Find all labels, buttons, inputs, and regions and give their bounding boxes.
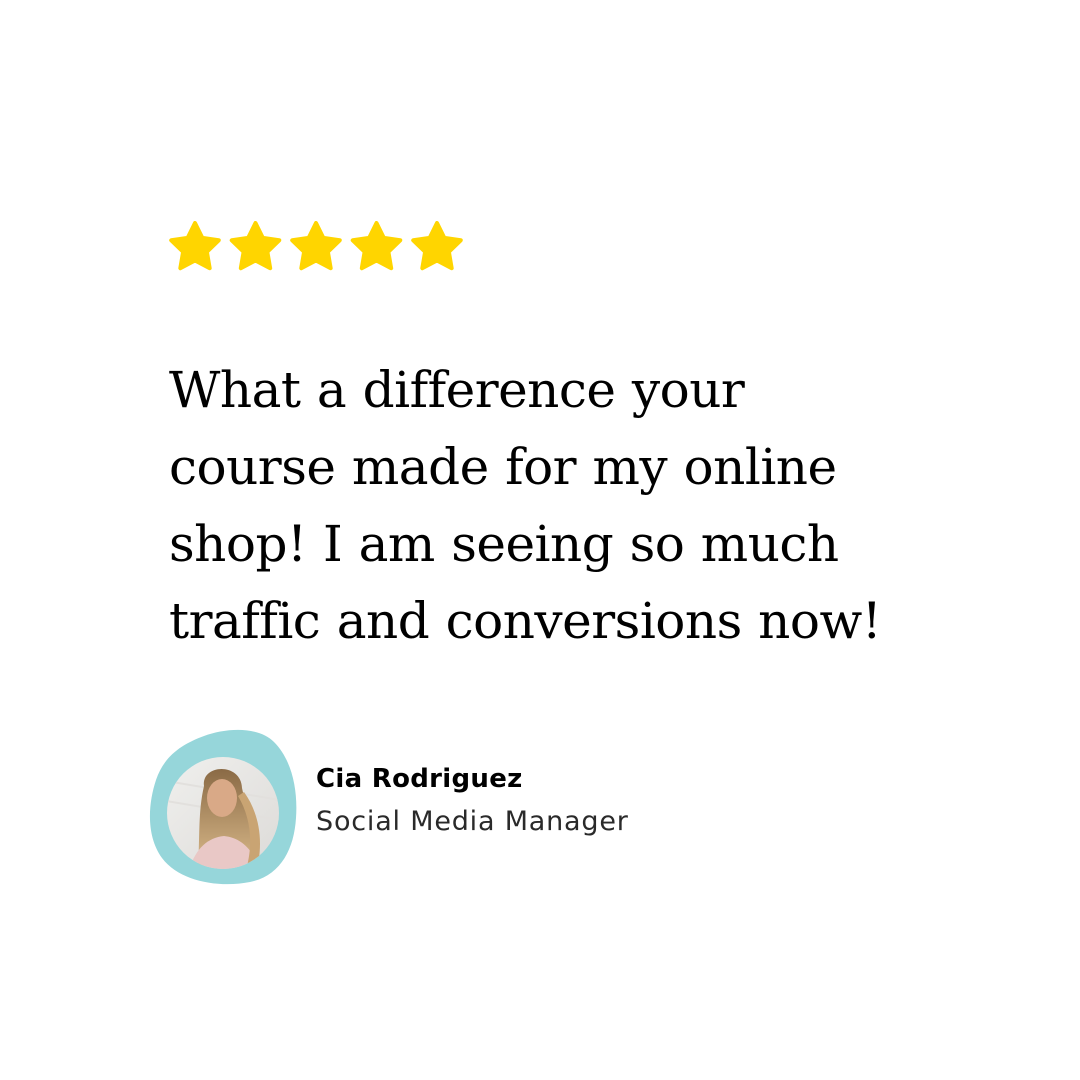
star-icon [350,221,403,271]
author-name: Cia Rodriguez [316,764,523,794]
avatar-photo [149,729,297,885]
testimonial-card: What a difference your course made for m… [0,0,1080,1080]
testimonial-quote: What a difference your course made for m… [169,352,989,660]
avatar [146,726,306,886]
star-rating-graphic [169,221,463,271]
quote-line-2: course made for my online [169,438,837,496]
quote-line-3: shop! I am seeing so much [169,515,839,573]
star-icon [411,221,463,271]
star-rating [168,221,468,273]
author-role: Social Media Manager [316,806,629,837]
star-icon [169,221,221,271]
star-icon [229,221,282,271]
author-block: Cia Rodriguez Social Media Manager [146,726,766,886]
star-icon [290,221,342,271]
quote-line-1: What a difference your [169,361,745,419]
quote-line-4: traffic and conversions now! [169,592,882,650]
